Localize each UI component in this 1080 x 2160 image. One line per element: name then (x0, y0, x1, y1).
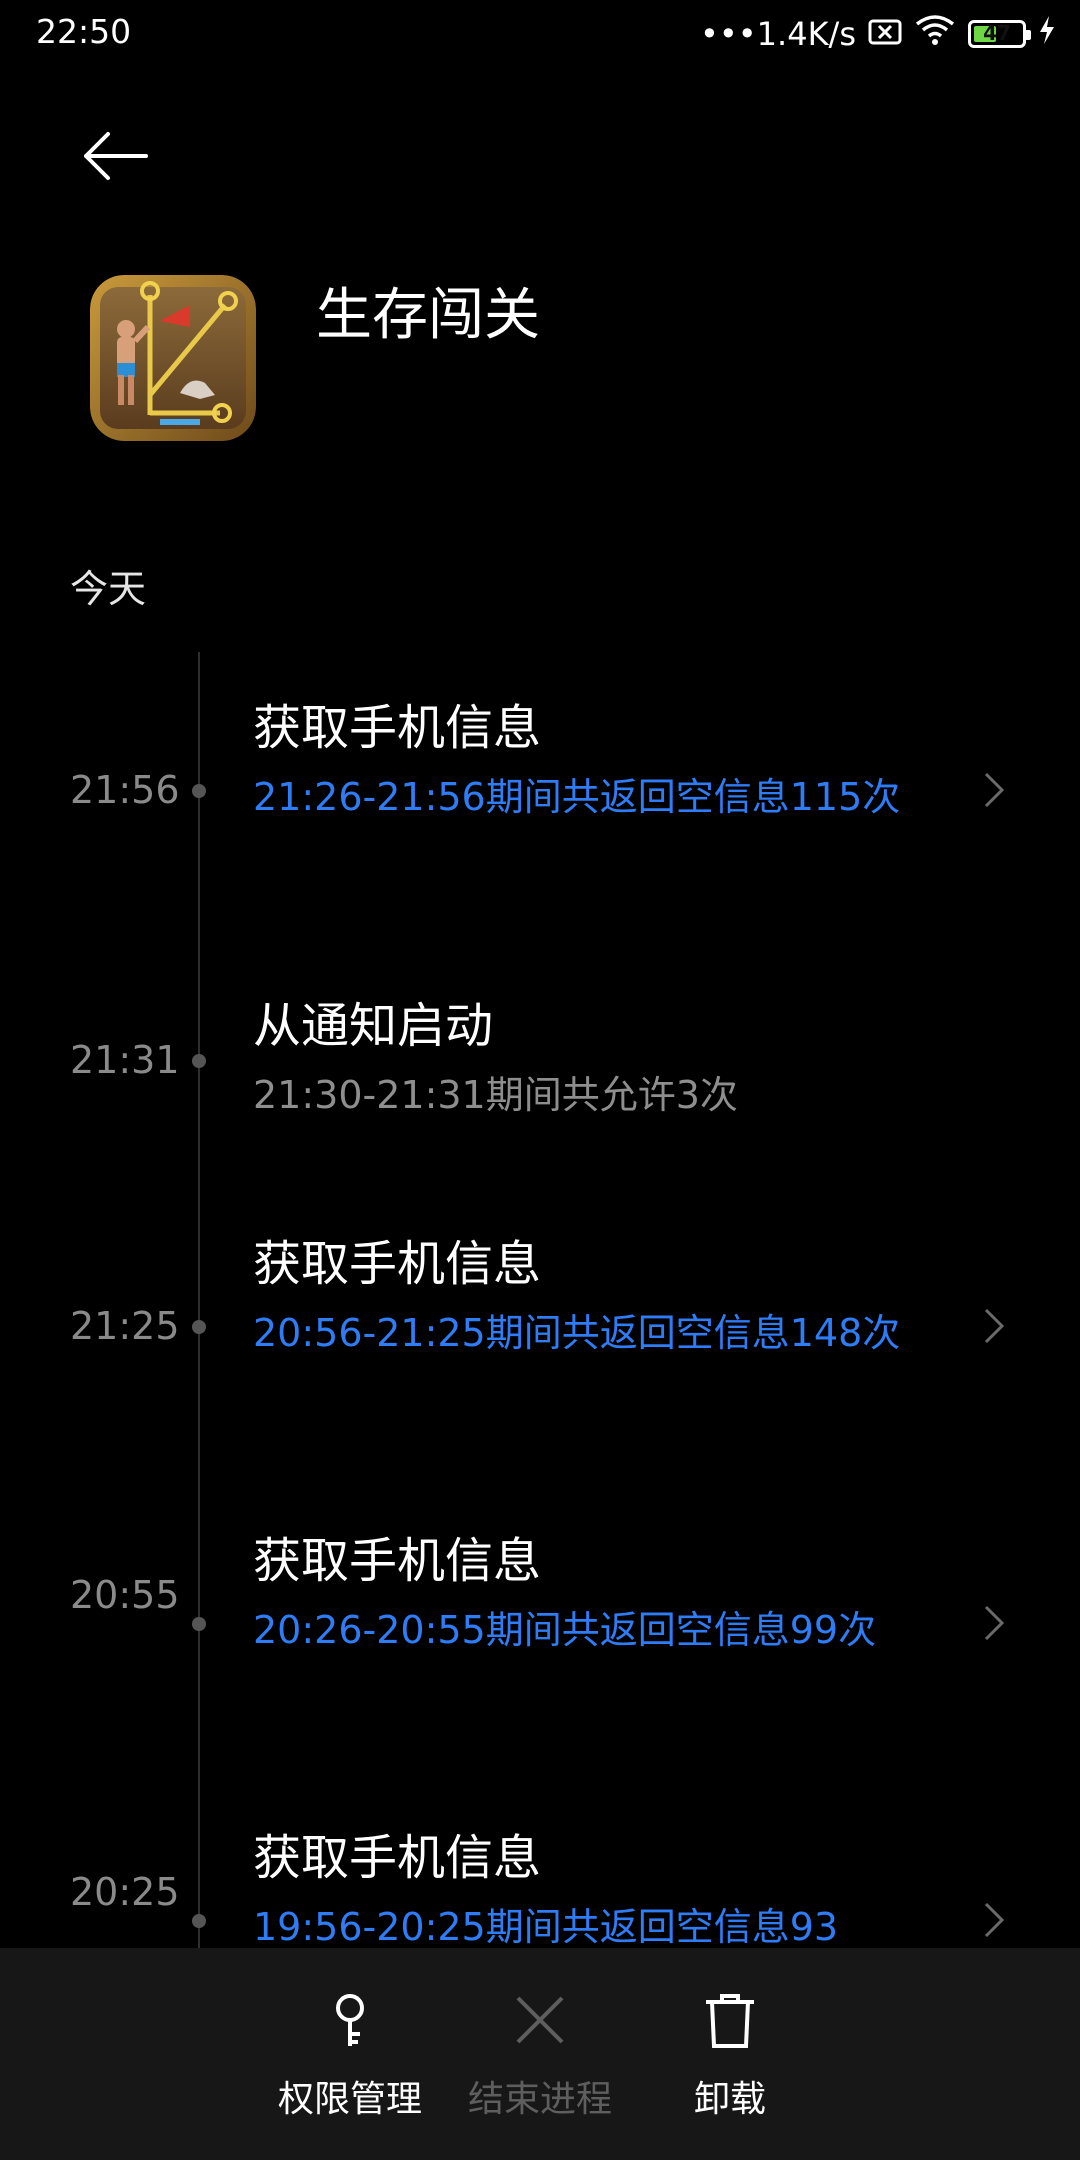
network-speed: •••1.4K/s (700, 15, 856, 53)
status-time: 22:50 (36, 12, 132, 51)
chevron-right-icon (984, 1605, 1005, 1641)
key-icon (336, 1994, 364, 2046)
entry-time: 20:55 (70, 1573, 180, 1617)
entry-title: 从通知启动 (253, 998, 494, 1054)
timeline-line (198, 652, 200, 1952)
entry-time: 21:25 (70, 1304, 180, 1348)
entry-time: 21:56 (70, 768, 180, 812)
permissions-button[interactable]: 权限管理 (250, 1988, 450, 2122)
battery-icon: 47 (968, 20, 1031, 48)
app-name: 生存闯关 (316, 283, 540, 348)
sim-off-icon (868, 15, 902, 53)
chevron-right-icon (984, 1902, 1005, 1938)
entry-detail: 20:26-20:55期间共返回空信息99次 (253, 1608, 877, 1652)
timeline-dot (192, 1054, 206, 1068)
trash-icon (706, 1994, 754, 2048)
entry-detail: 20:56-21:25期间共返回空信息148次 (253, 1311, 901, 1355)
entry-time: 20:25 (70, 1870, 180, 1914)
timeline-dot (192, 1914, 206, 1928)
bottom-action-bar: 权限管理 结束进程 卸载 (0, 1948, 1080, 2160)
back-arrow-icon (84, 132, 148, 180)
chevron-right-icon (984, 772, 1005, 808)
section-label-today: 今天 (70, 567, 147, 611)
entry-title: 获取手机信息 (253, 1533, 542, 1589)
app-icon (90, 275, 256, 441)
status-bar: 22:50 •••1.4K/s 47 (0, 0, 1080, 68)
end-process-label: 结束进程 (467, 2079, 612, 2120)
uninstall-button[interactable]: 卸载 (630, 1988, 830, 2122)
entry-title: 获取手机信息 (253, 700, 542, 756)
end-process-button[interactable]: 结束进程 (440, 1988, 640, 2122)
chevron-right-icon (984, 1308, 1005, 1344)
status-icons: •••1.4K/s 47 (700, 12, 1056, 56)
entry-time: 21:31 (70, 1038, 180, 1082)
wifi-icon (914, 14, 956, 54)
entry-title: 获取手机信息 (253, 1830, 542, 1886)
entry-title: 获取手机信息 (253, 1236, 542, 1292)
timeline-dot (192, 1617, 206, 1631)
battery-level: 47 (983, 21, 1011, 45)
entry-detail: 21:30-21:31期间共允许3次 (253, 1073, 738, 1117)
timeline-dot (192, 1320, 206, 1334)
uninstall-label: 卸载 (693, 2079, 766, 2120)
close-icon (516, 1996, 564, 2044)
charging-icon (1038, 15, 1056, 53)
entry-detail: 21:26-21:56期间共返回空信息115次 (253, 775, 901, 819)
permissions-label: 权限管理 (277, 2079, 422, 2120)
timeline-dot (192, 784, 206, 798)
back-button[interactable] (80, 126, 152, 186)
